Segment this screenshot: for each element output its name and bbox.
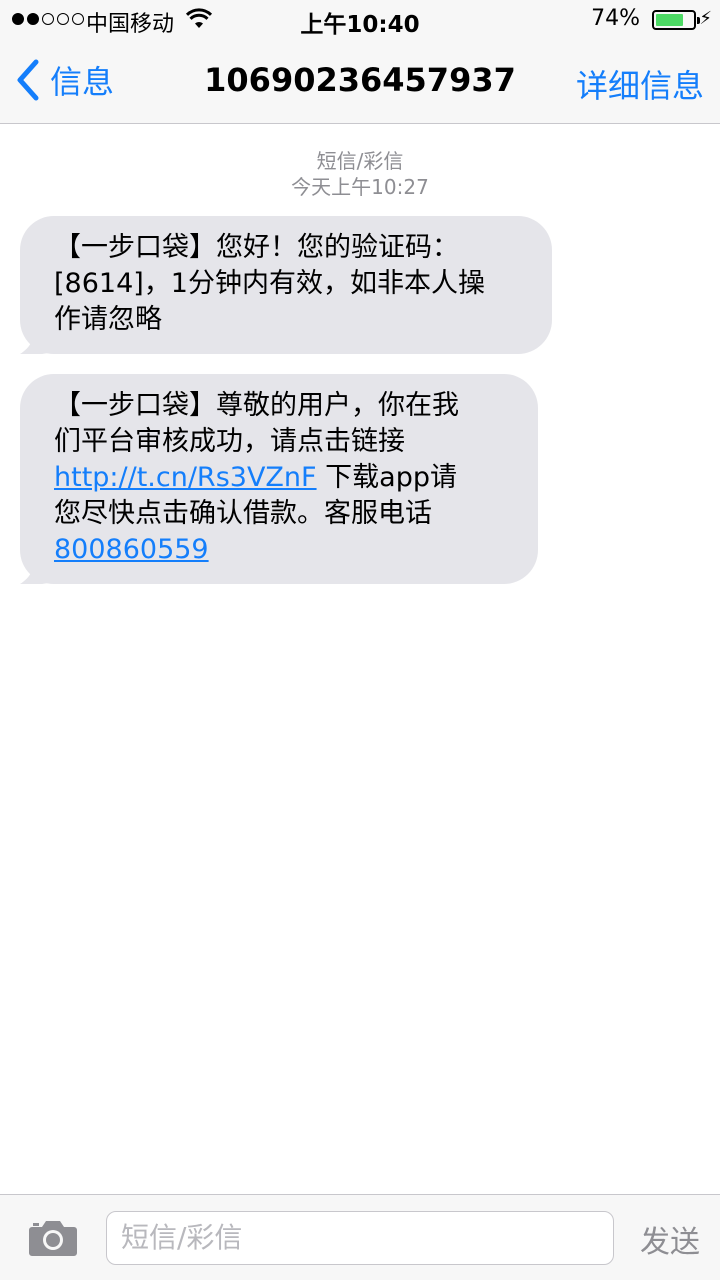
message-bubble-container: 【一步口袋】尊敬的用户，你在我 们平台审核成功，请点击链接 http://t.c… bbox=[20, 374, 538, 584]
battery-icon bbox=[652, 10, 700, 30]
message-text-line: 【一步口袋】您好！您的验证码： bbox=[54, 232, 459, 263]
message-text-fragment: 下载app请 bbox=[316, 462, 457, 493]
message-type-label: 短信/彩信 bbox=[316, 149, 404, 173]
phone-number-link[interactable]: 800860559 bbox=[54, 534, 209, 565]
send-button[interactable]: 发送 bbox=[640, 1217, 700, 1261]
message-text-line: 【一步口袋】尊敬的用户，你在我 bbox=[54, 390, 459, 421]
status-bar: 中国移动 上午10:40 74% ⚡ bbox=[0, 0, 720, 40]
message-text-line: http://t.cn/Rs3VZnF 下载app请 bbox=[54, 460, 516, 496]
incoming-message-bubble[interactable]: 【一步口袋】您好！您的验证码： [8614]，1分钟内有效，如非本人操 作请忽略 bbox=[20, 216, 552, 354]
message-text-line: 您尽快点击确认借款。客服电话 bbox=[54, 498, 432, 529]
message-link[interactable]: http://t.cn/Rs3VZnF bbox=[54, 462, 317, 493]
thread-header: 短信/彩信 今天上午10:27 bbox=[0, 148, 720, 200]
details-button[interactable]: 详细信息 bbox=[576, 61, 704, 107]
battery-percent: 74% bbox=[591, 6, 640, 31]
camera-icon[interactable] bbox=[28, 1217, 78, 1257]
navigation-bar: 信息 10690236457937 详细信息 bbox=[0, 40, 720, 124]
message-text-line: 作请忽略 bbox=[54, 304, 162, 335]
message-text-line: 们平台审核成功，请点击链接 bbox=[54, 426, 405, 457]
message-text-line: 800860559 bbox=[54, 532, 516, 568]
charging-bolt-icon: ⚡ bbox=[699, 8, 712, 29]
message-text-line: [8614]，1分钟内有效，如非本人操 bbox=[54, 268, 485, 299]
battery-level-fill bbox=[656, 14, 683, 26]
incoming-message-bubble[interactable]: 【一步口袋】尊敬的用户，你在我 们平台审核成功，请点击链接 http://t.c… bbox=[20, 374, 538, 584]
message-bubble-container: 【一步口袋】您好！您的验证码： [8614]，1分钟内有效，如非本人操 作请忽略 bbox=[20, 216, 552, 354]
compose-bar: 短信/彩信 发送 bbox=[0, 1194, 720, 1280]
message-input[interactable]: 短信/彩信 bbox=[106, 1211, 614, 1265]
thread-timestamp: 今天上午10:27 bbox=[291, 175, 429, 199]
